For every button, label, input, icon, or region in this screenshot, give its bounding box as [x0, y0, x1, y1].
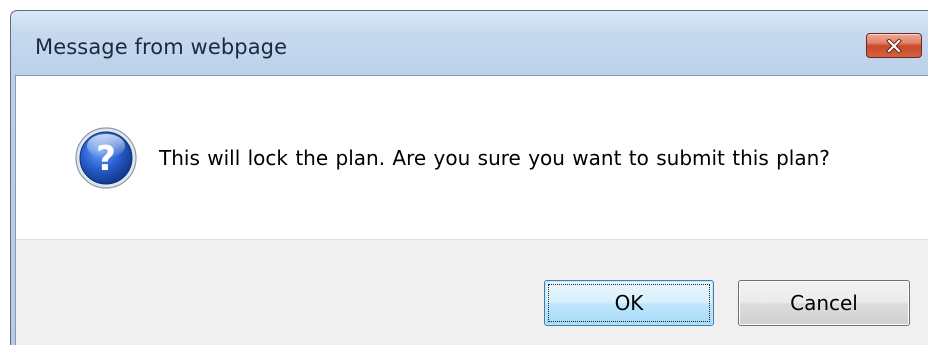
ok-button[interactable]: OK — [544, 280, 714, 326]
message-area: ? This will lock the plan. Are you sure … — [16, 76, 928, 239]
dialog-title: Message from webpage — [35, 35, 288, 59]
message-text: This will lock the plan. Are you sure yo… — [159, 146, 830, 170]
cancel-button[interactable]: Cancel — [738, 280, 910, 326]
close-icon — [886, 38, 902, 53]
cancel-button-label: Cancel — [790, 291, 858, 315]
message-dialog: Message from webpage ? This will lock th… — [10, 10, 928, 345]
question-icon: ? — [75, 127, 137, 189]
ok-button-label: OK — [614, 291, 644, 315]
dialog-body: ? This will lock the plan. Are you sure … — [15, 75, 928, 345]
close-button[interactable] — [866, 33, 922, 58]
button-area: OK Cancel — [16, 239, 928, 345]
title-bar[interactable]: Message from webpage — [11, 11, 928, 76]
svg-text:?: ? — [96, 139, 116, 179]
